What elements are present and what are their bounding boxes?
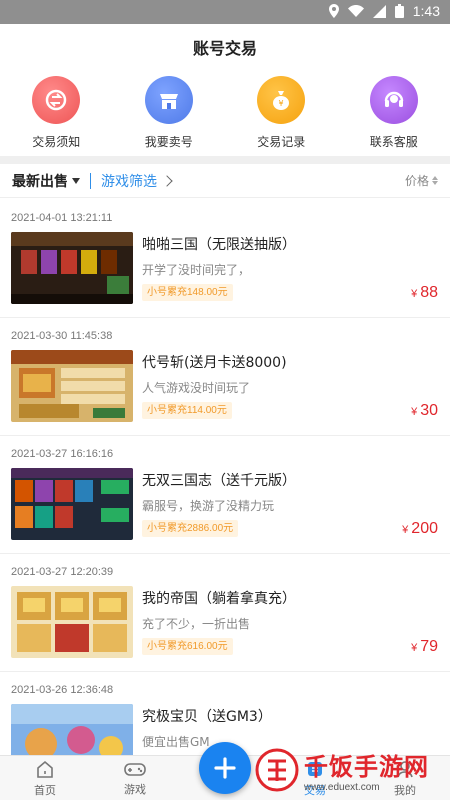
latest-sale-label: 最新出售 xyxy=(12,173,68,190)
game-thumbnail xyxy=(11,586,133,658)
listing-date: 2021-03-30 11:45:38 xyxy=(11,330,113,342)
game-thumbnail xyxy=(11,468,133,540)
page-title: 账号交易 xyxy=(192,39,257,58)
chevron-right-icon xyxy=(161,174,173,187)
watermark-logo-icon xyxy=(255,748,299,792)
exchange-icon xyxy=(32,76,81,124)
listing-card[interactable]: 2021-03-27 16:16:16 无双三国志（送千元版） 霸服号，换游了没… xyxy=(0,436,450,554)
headset-icon xyxy=(369,76,418,124)
listing-card[interactable]: 2021-03-27 12:20:39 我的帝国（躺着拿真充） 充了不少，一折出… xyxy=(0,554,450,672)
game-thumbnail xyxy=(11,704,133,755)
price-value: 200 xyxy=(411,520,438,537)
add-listing-button[interactable] xyxy=(199,742,251,794)
listing-description: 充了不少，一折出售 xyxy=(142,617,251,631)
quick-action-label: 交易须知 xyxy=(32,135,81,149)
recharge-tag: 小号累充2886.00元 xyxy=(142,520,239,537)
game-filter-label: 游戏筛选 xyxy=(101,173,157,190)
price-sort-button[interactable]: 价格 xyxy=(405,172,438,189)
section-divider xyxy=(0,156,450,164)
game-filter-button[interactable]: 游戏筛选 xyxy=(101,171,173,191)
quick-action-trade-notice[interactable]: 交易须知 xyxy=(0,70,113,158)
listing-date: 2021-03-27 12:20:39 xyxy=(11,566,114,578)
nav-home[interactable]: 首页 xyxy=(0,756,90,800)
latest-sale-dropdown[interactable]: 最新出售 xyxy=(12,171,80,191)
quick-action-label: 我要卖号 xyxy=(144,135,193,149)
game-thumbnail xyxy=(11,350,133,422)
listing-title: 啪啪三国（无限送抽版） xyxy=(142,237,296,253)
location-icon xyxy=(328,4,339,18)
filter-separator xyxy=(90,172,91,189)
currency-symbol: ¥ xyxy=(411,288,418,300)
status-icons: 1:43 xyxy=(328,3,440,19)
currency-symbol: ¥ xyxy=(402,524,409,536)
site-watermark: 千饭手游网 www.eduext.com xyxy=(254,740,450,800)
status-bar: 1:43 xyxy=(0,0,450,24)
svg-text:¥: ¥ xyxy=(279,99,284,108)
quick-actions: 交易须知 我要卖号 ¥ 交易记录 联系客服 xyxy=(0,70,450,158)
listing-date: 2021-03-26 12:36:48 xyxy=(11,684,114,696)
quick-action-trade-records[interactable]: ¥ 交易记录 xyxy=(225,70,338,158)
listing-title: 究极宝贝（送GM3） xyxy=(142,709,272,725)
listing-list: 2021-04-01 13:21:11 啪啪三国（无限送抽版） 开学了没时间完了… xyxy=(0,200,450,755)
recharge-tag: 小号累充114.00元 xyxy=(142,402,232,419)
caret-down-icon xyxy=(72,177,80,184)
listing-title: 我的帝国（躺着拿真充） xyxy=(142,591,296,607)
price-value: 88 xyxy=(420,284,438,301)
recharge-tag: 小号累充148.00元 xyxy=(142,284,233,301)
recharge-tag: 小号累充616.00元 xyxy=(142,638,233,655)
listing-price: ¥88 xyxy=(411,284,438,302)
listing-card[interactable]: 2021-03-30 11:45:38 代号斩(送月卡送8000) 人气游戏没时… xyxy=(0,318,450,436)
gamepad-icon xyxy=(124,762,146,776)
quick-action-customer-service[interactable]: 联系客服 xyxy=(338,70,450,158)
currency-symbol: ¥ xyxy=(411,642,418,654)
home-icon xyxy=(37,760,53,778)
listing-date: 2021-04-01 13:21:11 xyxy=(11,212,113,224)
watermark-url: www.eduext.com xyxy=(304,782,380,793)
signal-icon xyxy=(372,4,386,18)
currency-symbol: ¥ xyxy=(411,406,418,418)
listing-description: 霸服号，换游了没精力玩 xyxy=(142,499,275,513)
wifi-icon xyxy=(347,5,364,17)
nav-label: 游戏 xyxy=(124,782,146,796)
sort-icon xyxy=(432,176,438,185)
listing-title: 代号斩(送月卡送8000) xyxy=(142,355,287,371)
listing-card[interactable]: 2021-04-01 13:21:11 啪啪三国（无限送抽版） 开学了没时间完了… xyxy=(0,200,450,318)
listing-price: ¥200 xyxy=(402,520,438,538)
filter-bar: 最新出售 游戏筛选 价格 xyxy=(0,164,450,198)
plus-icon xyxy=(214,757,236,779)
nav-label: 首页 xyxy=(34,783,56,797)
status-time: 1:43 xyxy=(412,3,440,19)
nav-games[interactable]: 游戏 xyxy=(90,756,180,800)
store-icon xyxy=(144,76,193,124)
listing-price: ¥79 xyxy=(411,638,438,656)
quick-action-sell-account[interactable]: 我要卖号 xyxy=(113,70,226,158)
price-value: 79 xyxy=(420,638,438,655)
listing-title: 无双三国志（送千元版） xyxy=(142,473,296,489)
watermark-text: 千饭手游网 xyxy=(304,753,429,781)
listing-price: ¥30 xyxy=(411,402,438,420)
listing-description: 人气游戏没时间玩了 xyxy=(142,381,251,395)
price-value: 30 xyxy=(420,402,438,419)
listing-description: 开学了没时间完了， xyxy=(142,263,251,277)
listing-date: 2021-03-27 16:16:16 xyxy=(11,448,114,460)
game-thumbnail xyxy=(11,232,133,304)
quick-action-label: 交易记录 xyxy=(257,135,306,149)
title-bar: 账号交易 xyxy=(0,24,450,70)
quick-action-label: 联系客服 xyxy=(369,135,418,149)
listing-description: 便宜出售GM xyxy=(142,735,210,749)
money-bag-icon: ¥ xyxy=(257,76,306,124)
battery-icon xyxy=(394,4,404,18)
price-sort-label: 价格 xyxy=(404,174,429,188)
